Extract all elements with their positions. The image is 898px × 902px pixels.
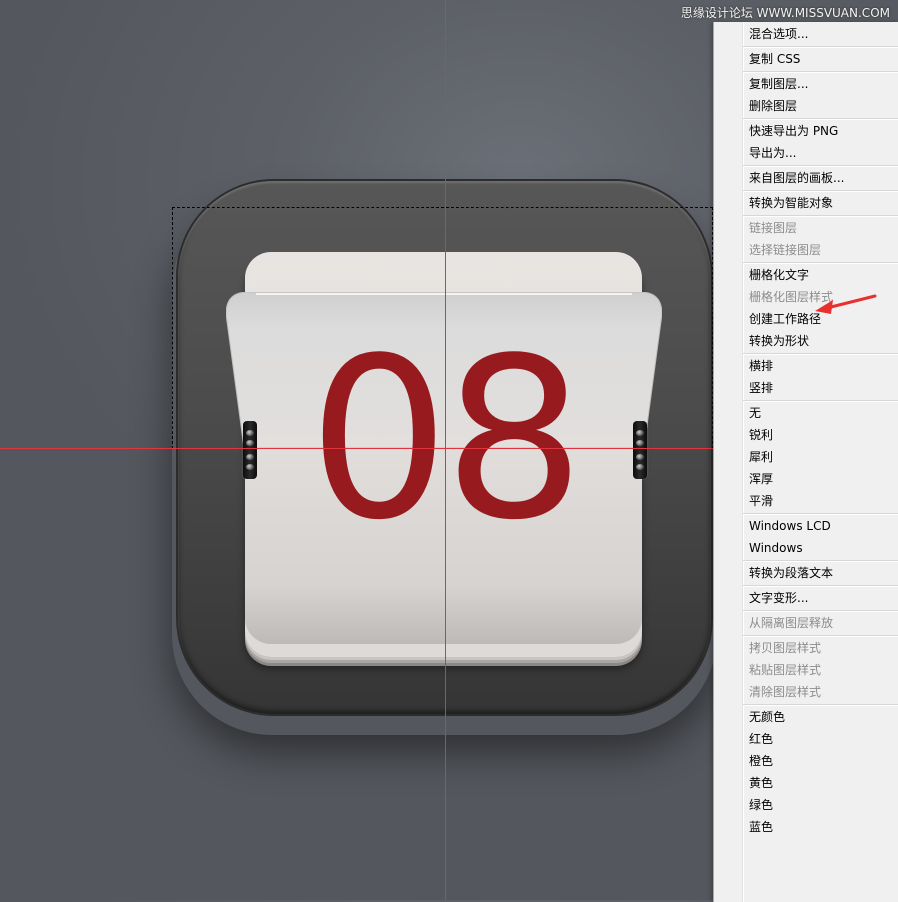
menu-group: 混合选项...	[714, 22, 898, 46]
menu-item[interactable]: 蓝色	[714, 816, 898, 838]
menu-item[interactable]: Windows	[714, 537, 898, 559]
menu-item[interactable]: 文字变形...	[714, 587, 898, 609]
menu-item: 粘贴图层样式	[749, 663, 822, 677]
menu-item[interactable]: 转换为段落文本	[714, 562, 898, 584]
menu-group: 无锐利 犀利 浑厚 平滑	[743, 400, 898, 513]
menu-item[interactable]: 平滑	[714, 490, 898, 512]
menu-item[interactable]: 无	[714, 402, 898, 424]
menu-item[interactable]: 复制 CSS	[714, 48, 898, 70]
menu-group: 链接图层选择链接图层	[743, 215, 898, 262]
menu-item[interactable]: 复制图层...	[714, 73, 898, 95]
vertical-guide[interactable]	[445, 0, 446, 900]
menu-item[interactable]: 黄色	[714, 772, 898, 794]
menu-item[interactable]: 删除图层	[714, 95, 898, 117]
menu-item: 拷贝图层样式	[749, 641, 822, 655]
watermark: 思缘设计论坛 WWW.MISSVUAN.COM	[680, 6, 890, 20]
menu-group: 无颜色 红色 橙色 黄色 绿色 蓝色	[743, 704, 898, 839]
menu-item[interactable]: 来自图层的画板...	[714, 167, 898, 189]
menu-item[interactable]: 转换为智能对象	[714, 192, 898, 214]
menu-item[interactable]: 红色	[714, 728, 898, 750]
menu-item[interactable]: 转换为形状	[714, 330, 898, 352]
menu-item[interactable]: 栅格化文字	[714, 264, 898, 286]
menu-item[interactable]: 绿色	[714, 794, 898, 816]
layer-context-menu: 混合选项... 复制 CSS 复制图层... 删除图层 快速导出为 PNG 导出为... 来…	[713, 22, 898, 902]
menu-item[interactable]: 竖排	[714, 377, 898, 399]
menu-group: 文字变形...	[743, 585, 898, 610]
menu-item: 选择链接图层	[749, 243, 822, 257]
menu-group: Windows LCD Windows	[743, 513, 898, 560]
menu-group: 复制图层... 删除图层	[743, 71, 898, 118]
menu-group: 横排 竖排	[743, 353, 898, 400]
marquee-selection	[172, 207, 713, 449]
menu-item[interactable]: 浑厚	[714, 468, 898, 490]
menu-group: 转换为段落文本	[743, 560, 898, 585]
menu-group: 转换为智能对象	[743, 190, 898, 215]
menu-group: 拷贝图层样式 粘贴图层样式 清除图层样式	[743, 635, 898, 704]
menu-group: 快速导出为 PNG 导出为...	[743, 118, 898, 165]
menu-group: 复制 CSS	[743, 46, 898, 71]
menu-item[interactable]: 锐利	[714, 424, 898, 446]
menu-item[interactable]: Windows LCD	[714, 515, 898, 537]
menu-item: 从隔离图层释放	[749, 616, 834, 630]
menu-group: 从隔离图层释放	[743, 610, 898, 635]
menu-item[interactable]: 犀利	[714, 446, 898, 468]
menu-item[interactable]: 快速导出为 PNG	[714, 120, 898, 142]
menu-group: 来自图层的画板...	[743, 165, 898, 190]
menu-item[interactable]: 横排	[714, 355, 898, 377]
menu-item: 链接图层	[749, 221, 798, 235]
menu-item: 清除图层样式	[749, 685, 822, 699]
menu-item[interactable]: 橙色	[714, 750, 898, 772]
menu-item[interactable]: 无颜色	[714, 706, 898, 728]
annotation-arrow-icon	[815, 294, 877, 314]
menu-item[interactable]: 导出为...	[714, 142, 898, 164]
menu-item[interactable]: 混合选项...	[714, 23, 898, 45]
